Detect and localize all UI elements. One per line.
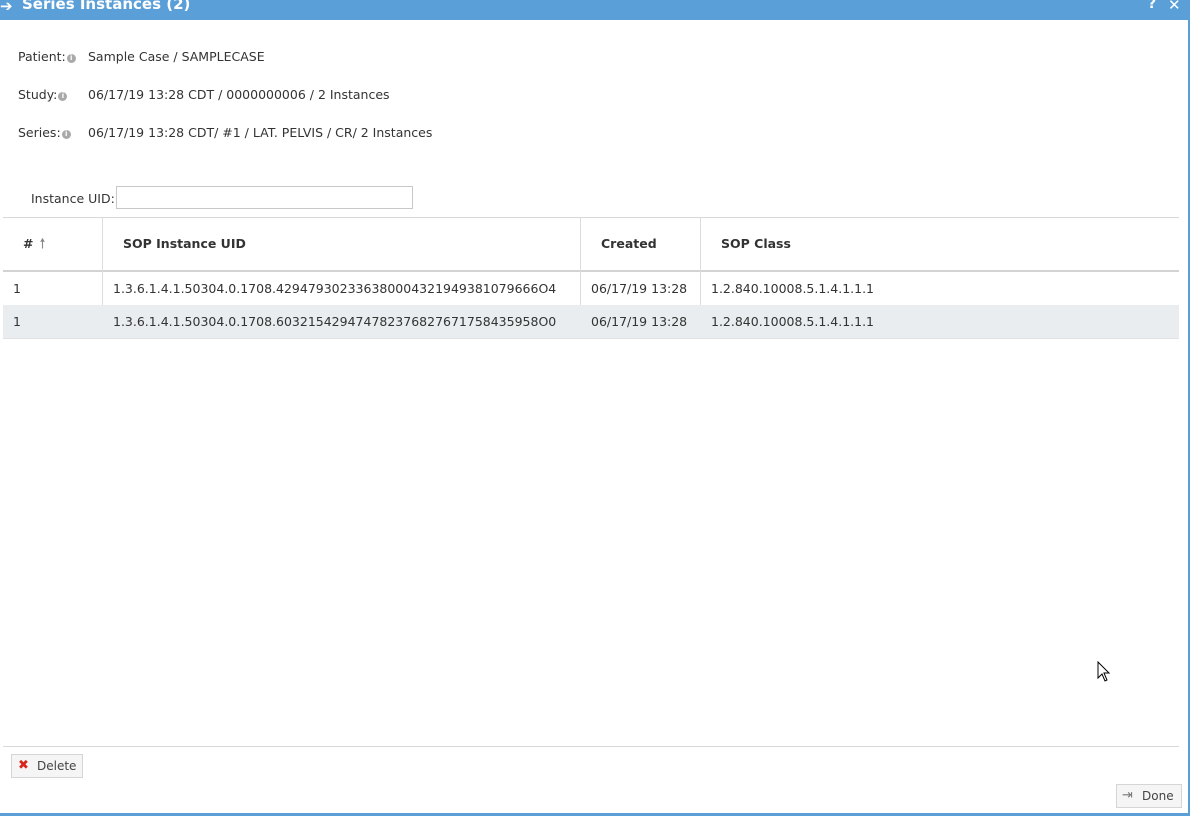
table-header: # 🠕 SOP Instance UID Created SOP Class — [3, 218, 1179, 272]
column-header-sop-instance-uid[interactable]: SOP Instance UID — [123, 218, 246, 270]
cell-sop-class: 1.2.840.10008.5.1.4.1.1.1 — [711, 314, 875, 329]
table-row[interactable]: 1 1.3.6.1.4.1.50304.0.1708.6032154294747… — [3, 305, 1179, 339]
column-header-label: # — [23, 236, 34, 251]
series-label: Series: — [18, 125, 61, 140]
arrow-right-icon: ➔ — [0, 0, 13, 15]
done-button[interactable]: ⇥ Done — [1116, 784, 1182, 808]
exit-icon: ⇥ — [1122, 788, 1133, 803]
dialog-titlebar: ➔ Series Instances (2) ? ✕ — [0, 0, 1190, 20]
delete-button-label: Delete — [37, 759, 77, 773]
series-value: 06/17/19 13:28 CDT/ #1 / LAT. PELVIS / C… — [88, 125, 433, 140]
delete-x-icon: ✖ — [18, 758, 29, 773]
column-header-created[interactable]: Created — [601, 218, 657, 270]
study-value: 06/17/19 13:28 CDT / 0000000006 / 2 Inst… — [88, 87, 390, 102]
cell-number: 1 — [13, 314, 21, 329]
column-header-number[interactable]: # 🠕 — [23, 218, 46, 270]
cell-sop-class: 1.2.840.10008.5.1.4.1.1.1 — [711, 281, 875, 296]
mouse-pointer-icon — [1097, 661, 1111, 682]
cell-created: 06/17/19 13:28 — [591, 281, 688, 296]
footer-divider — [3, 746, 1179, 747]
info-icon[interactable]: i — [66, 54, 76, 63]
patient-label: Patient: — [18, 49, 66, 64]
study-label: Study: — [18, 87, 58, 102]
cell-number: 1 — [13, 281, 21, 296]
info-icon[interactable]: i — [61, 130, 71, 139]
dialog-title: Series Instances (2) — [22, 0, 191, 13]
done-button-label: Done — [1142, 789, 1174, 803]
cell-created: 06/17/19 13:28 — [591, 314, 688, 329]
help-icon[interactable]: ? — [1148, 0, 1156, 12]
cell-sop-instance-uid: 1.3.6.1.4.1.50304.0.1708.429479302336380… — [113, 281, 557, 296]
table-row[interactable]: 1 1.3.6.1.4.1.50304.0.1708.4294793023363… — [3, 272, 1179, 306]
series-info: Series: i 06/17/19 13:28 CDT/ #1 / LAT. P… — [18, 125, 432, 141]
instance-uid-input[interactable] — [116, 186, 413, 209]
info-icon[interactable]: i — [58, 92, 68, 101]
study-info: Study: i 06/17/19 13:28 CDT / 0000000006 … — [18, 87, 390, 103]
patient-info: Patient: i Sample Case / SAMPLECASE — [18, 49, 265, 65]
sort-ascending-icon: 🠕 — [39, 236, 46, 252]
column-header-sop-class[interactable]: SOP Class — [721, 218, 791, 270]
close-icon[interactable]: ✕ — [1168, 0, 1181, 14]
patient-value: Sample Case / SAMPLECASE — [88, 49, 265, 64]
cell-sop-instance-uid: 1.3.6.1.4.1.50304.0.1708.603215429474782… — [113, 314, 557, 329]
instance-uid-label: Instance UID: — [31, 191, 115, 206]
delete-button[interactable]: ✖ Delete — [11, 754, 83, 778]
